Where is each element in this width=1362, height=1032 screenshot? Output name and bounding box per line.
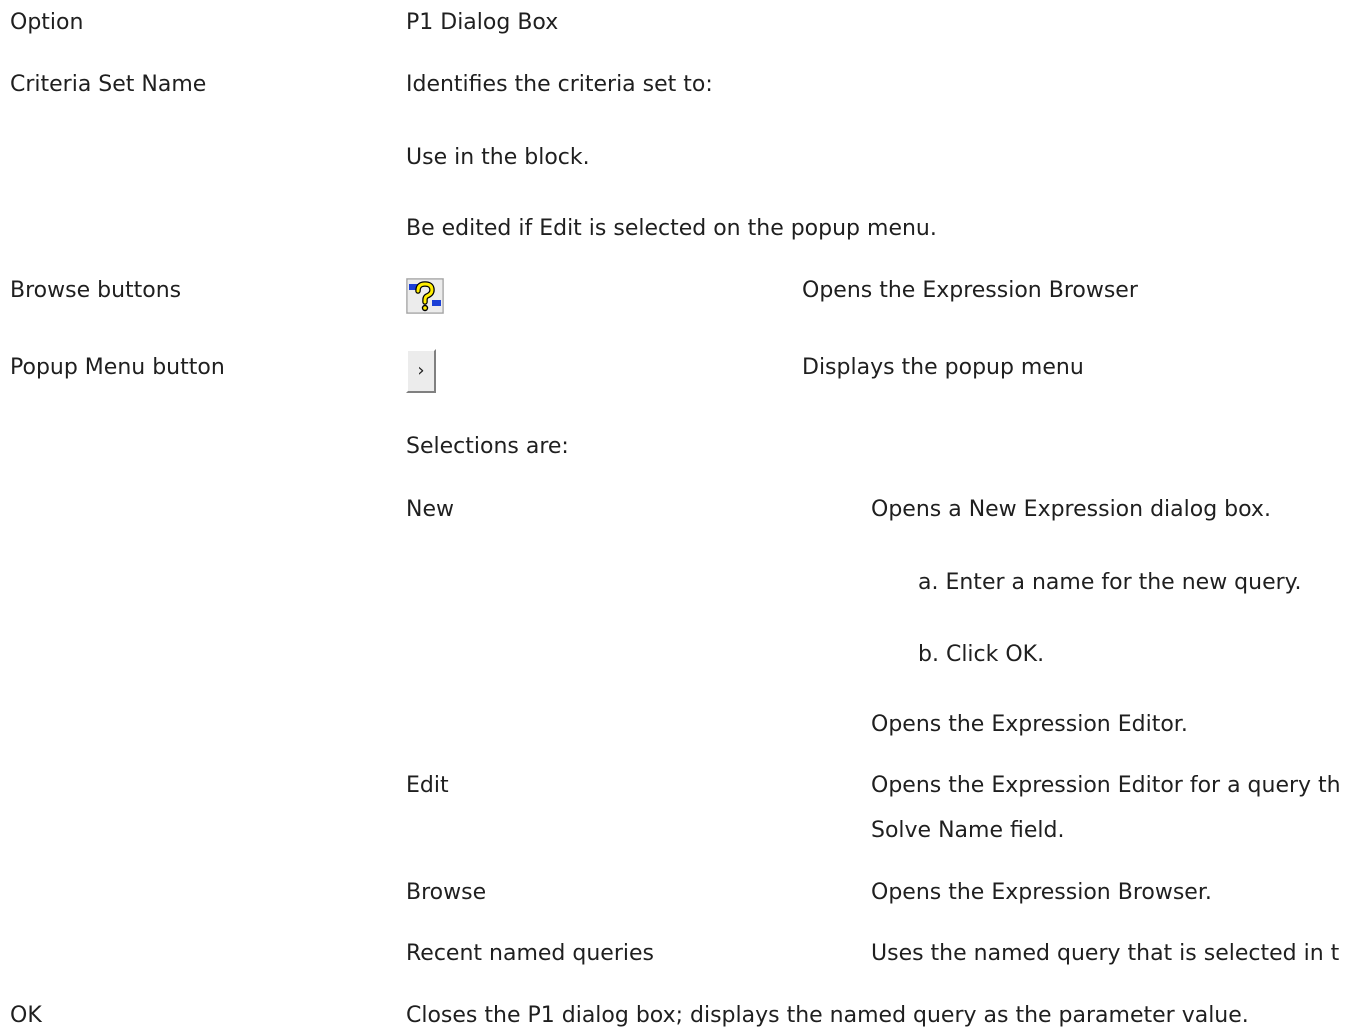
selection-edit-label: Edit [406,773,449,798]
criteria-set-name-label: Criteria Set Name [10,72,207,97]
criteria-intro: Identifies the criteria set to: [406,72,713,97]
dialog-header: P1 Dialog Box [406,10,559,35]
selection-edit-desc-cont: Solve Name field. [871,818,1065,843]
expression-browser-icon[interactable] [406,278,444,314]
option-header: Option [10,10,84,35]
selection-new-label: New [406,497,454,522]
selection-recent-label: Recent named queries [406,941,654,966]
browse-buttons-label: Browse buttons [10,278,182,303]
popup-menu-desc: Displays the popup menu [802,355,1084,380]
selections-label: Selections are: [406,434,569,459]
browse-buttons-desc: Opens the Expression Browser [802,278,1138,303]
selection-recent-desc: Uses the named query that is selected in… [871,941,1340,966]
selection-browse-label: Browse [406,880,487,905]
selection-browse-desc: Opens the Expression Browser. [871,880,1212,905]
selection-new-step-b: b. Click OK. [918,642,1045,667]
popup-menu-button-label: Popup Menu button [10,355,225,380]
popup-menu-button[interactable]: › [406,349,436,393]
selection-edit-desc: Opens the Expression Editor for a query … [871,773,1341,798]
criteria-edit: Be edited if Edit is selected on the pop… [406,216,937,241]
selection-new-desc: Opens a New Expression dialog box. [871,497,1271,522]
selection-new-step-a: a. Enter a name for the new query. [918,570,1302,595]
selection-new-then: Opens the Expression Editor. [871,712,1188,737]
chevron-right-icon: › [417,360,425,381]
ok-desc: Closes the P1 dialog box; displays the n… [406,1003,1249,1028]
ok-label: OK [10,1003,42,1028]
criteria-use: Use in the block. [406,145,590,170]
